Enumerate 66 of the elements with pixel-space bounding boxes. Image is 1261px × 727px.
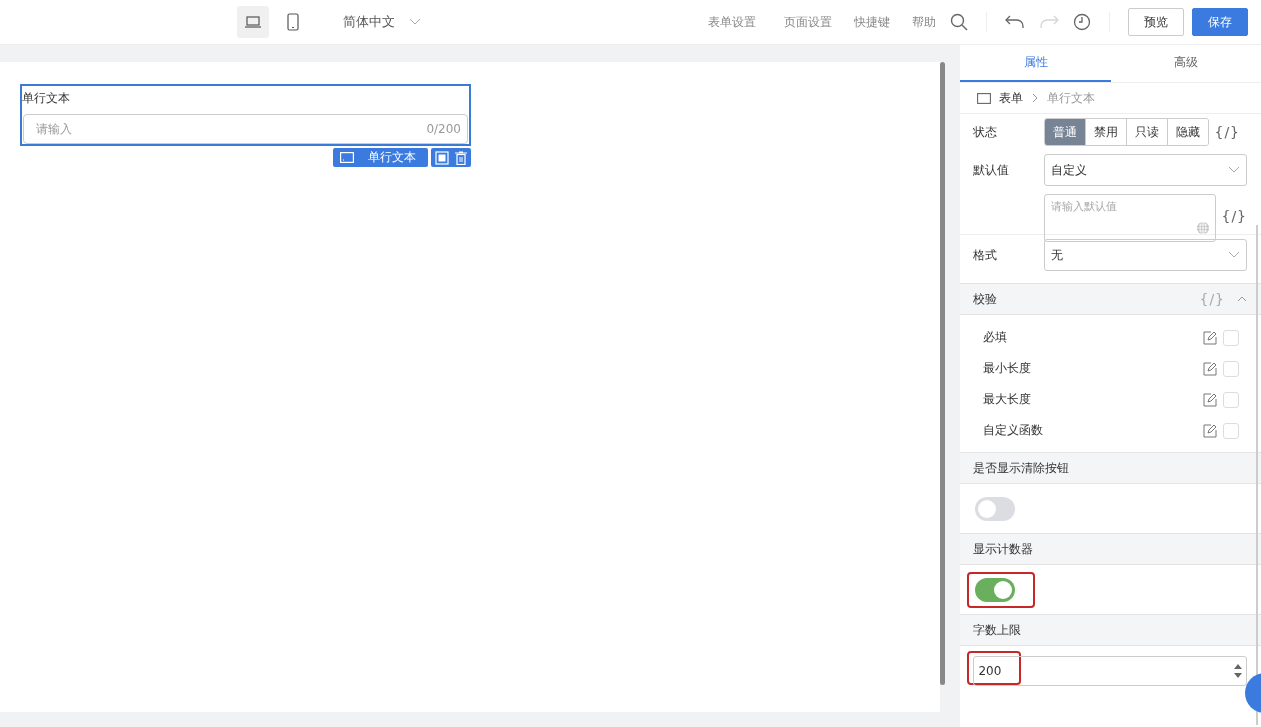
form-icon [977, 92, 992, 104]
default-value-input[interactable]: 请输入默认值 [1051, 199, 1210, 219]
text-input[interactable]: 请输入 [36, 122, 427, 136]
edit-icon[interactable] [1203, 330, 1217, 345]
chevron-down-icon [1228, 166, 1240, 174]
status-option[interactable]: 普通 [1045, 119, 1086, 145]
section-title: 字数上限 [973, 621, 1022, 639]
stepper-icon[interactable] [1234, 662, 1242, 679]
chevron-down-icon [1228, 251, 1240, 259]
property-label: 状态 [973, 123, 999, 141]
input-frame[interactable]: 请输入默认值 [1044, 194, 1217, 242]
globe-icon[interactable] [1196, 221, 1211, 235]
section-title: 显示计数器 [973, 540, 1034, 558]
input-frame[interactable]: 200 [973, 655, 1247, 686]
toolbar-link[interactable]: 帮助 [912, 13, 936, 31]
rule-label: 必填 [983, 329, 1008, 346]
rule-checkbox[interactable] [1223, 422, 1239, 439]
undo-icon[interactable] [1005, 15, 1025, 29]
search-icon[interactable] [950, 13, 968, 31]
rule-label: 自定义函数 [983, 422, 1044, 439]
rule-label: 最小长度 [983, 360, 1032, 377]
expression-button[interactable]: {/} [1214, 124, 1240, 140]
panel-tab[interactable]: 高级 [1110, 45, 1261, 82]
section-title: 是否显示清除按钮 [973, 459, 1070, 477]
input-box-icon [340, 152, 354, 163]
chevron-up-icon[interactable] [1237, 296, 1247, 302]
toggle-switch[interactable] [975, 496, 1016, 521]
rule-checkbox[interactable] [1223, 360, 1239, 377]
toolbar-link[interactable]: 快捷键 [854, 13, 890, 31]
field-label: 单行文本 [22, 90, 71, 107]
rule-checkbox[interactable] [1223, 329, 1239, 346]
delete-icon[interactable] [455, 150, 467, 165]
toggle-switch[interactable] [975, 577, 1016, 602]
property-label: 格式 [973, 246, 999, 264]
number-input[interactable]: 200 [978, 662, 1019, 679]
expression-button[interactable]: {/} [1221, 208, 1247, 224]
breadcrumb-item[interactable]: 表单 [999, 89, 1024, 107]
panel-tab[interactable]: 属性 [960, 45, 1111, 82]
chevron-down-icon [409, 18, 421, 26]
edit-icon[interactable] [1203, 392, 1217, 407]
chevron-right-icon [1031, 93, 1040, 103]
property-label: 默认值 [973, 161, 1011, 179]
rule-checkbox[interactable] [1223, 391, 1239, 408]
desktop-view-button[interactable] [237, 6, 269, 38]
form-field-frame[interactable]: 单行文本 请输入 0/200 [20, 84, 471, 146]
scrollbar[interactable] [1256, 225, 1258, 725]
edit-icon[interactable] [1203, 423, 1217, 438]
section-header[interactable]: 校验 {/} [960, 283, 1261, 315]
edit-icon[interactable] [1203, 361, 1217, 376]
language-select[interactable]: 简体中文 [343, 13, 421, 31]
format-select[interactable]: 无 [1044, 239, 1247, 271]
status-option[interactable]: 隐藏 [1167, 119, 1209, 145]
toolbar-link[interactable]: 页面设置 [784, 13, 832, 31]
phone-icon [287, 13, 299, 31]
scrollbar[interactable] [940, 62, 945, 685]
clock-icon[interactable] [1073, 13, 1091, 31]
default-value-select[interactable]: 自定义 [1044, 154, 1247, 186]
component-tag-label: 单行文本 [368, 149, 416, 166]
copy-icon[interactable] [435, 150, 449, 165]
rule-label: 最大长度 [983, 391, 1032, 408]
toolbar-link[interactable]: 表单设置 [708, 13, 756, 31]
character-counter: 0/200 [426, 122, 461, 136]
section-title: 校验 [973, 290, 998, 308]
save-button[interactable]: 保存 [1192, 8, 1248, 36]
laptop-icon [245, 16, 261, 28]
preview-button[interactable]: 预览 [1128, 8, 1184, 36]
